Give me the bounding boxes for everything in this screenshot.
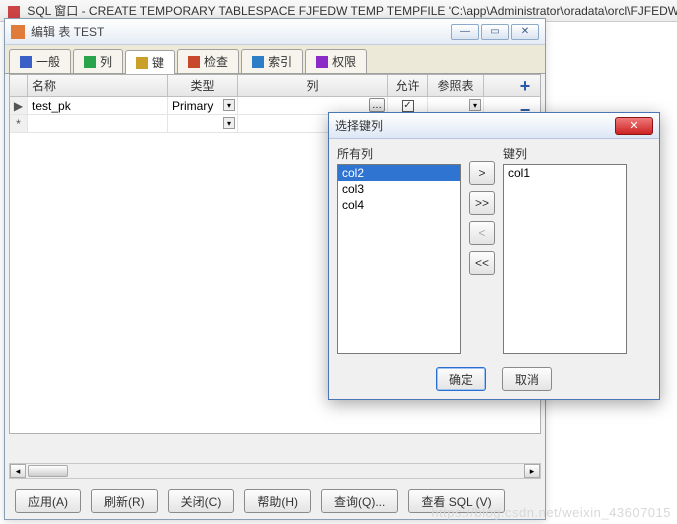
- cancel-button[interactable]: 取消: [502, 367, 552, 391]
- view-sql-button[interactable]: 查看 SQL (V): [408, 489, 504, 513]
- move-all-right-button[interactable]: >>: [469, 191, 495, 215]
- checks-icon: [188, 56, 200, 68]
- tab-keys[interactable]: 键: [125, 50, 175, 74]
- type-dropdown-icon[interactable]: ▾: [223, 99, 235, 111]
- cell-name[interactable]: [28, 115, 168, 132]
- grid-header-type[interactable]: 类型: [168, 75, 238, 96]
- tab-label: 索引: [268, 53, 292, 70]
- tab-general[interactable]: 一般: [9, 49, 71, 73]
- dialog-close-button[interactable]: ✕: [615, 117, 653, 135]
- allow-checkbox[interactable]: ✓: [402, 100, 414, 112]
- row-marker-new: *: [10, 115, 28, 132]
- footer-buttons: 应用(A) 刷新(R) 关闭(C) 帮助(H) 查询(Q)... 查看 SQL …: [15, 489, 505, 513]
- app-icon: [8, 6, 20, 18]
- tab-privs[interactable]: 权限: [305, 49, 367, 73]
- scroll-thumb[interactable]: [28, 465, 68, 477]
- close-button-footer[interactable]: 关闭(C): [168, 489, 235, 513]
- grid-header-cols[interactable]: 列: [238, 75, 388, 96]
- list-item[interactable]: col2: [338, 165, 460, 181]
- tab-label: 键: [152, 54, 164, 71]
- all-columns-listbox[interactable]: col2 col3 col4: [337, 164, 461, 354]
- tab-columns[interactable]: 列: [73, 49, 123, 73]
- ok-button[interactable]: 确定: [436, 367, 486, 391]
- window-icon: [11, 25, 25, 39]
- minimize-button[interactable]: —: [451, 24, 479, 40]
- horizontal-scrollbar[interactable]: ◂ ▸: [9, 463, 541, 479]
- tab-label: 权限: [332, 53, 356, 70]
- query-button[interactable]: 查询(Q)...: [321, 489, 398, 513]
- ref-dropdown-icon[interactable]: ▾: [469, 99, 481, 111]
- keys-icon: [136, 57, 148, 69]
- type-dropdown-icon[interactable]: ▾: [223, 117, 235, 129]
- add-row-button[interactable]: +: [516, 77, 534, 95]
- list-item[interactable]: col4: [338, 197, 460, 213]
- grid-header-allow[interactable]: 允许: [388, 75, 428, 96]
- maximize-button[interactable]: ▭: [481, 24, 509, 40]
- tab-label: 一般: [36, 53, 60, 70]
- move-left-button[interactable]: <: [469, 221, 495, 245]
- columns-icon: [84, 56, 96, 68]
- cell-type[interactable]: Primary ▾: [168, 97, 238, 114]
- tab-label: 检查: [204, 53, 228, 70]
- close-button[interactable]: ✕: [511, 24, 539, 40]
- grid-header-ref[interactable]: 参照表: [428, 75, 484, 96]
- grid-header: 名称 类型 列 允许 参照表: [10, 75, 540, 97]
- grid-header-name[interactable]: 名称: [28, 75, 168, 96]
- privs-icon: [316, 56, 328, 68]
- help-button[interactable]: 帮助(H): [244, 489, 311, 513]
- cols-ellipsis-button[interactable]: …: [369, 98, 385, 112]
- select-key-columns-dialog: 选择键列 ✕ 所有列 col2 col3 col4 > >> < << 键列 c…: [328, 112, 660, 400]
- row-marker: ▶: [10, 97, 28, 114]
- transfer-buttons: > >> < <<: [469, 145, 495, 355]
- scroll-right-button[interactable]: ▸: [524, 464, 540, 478]
- all-columns-label: 所有列: [337, 145, 461, 162]
- tab-label: 列: [100, 53, 112, 70]
- tab-checks[interactable]: 检查: [177, 49, 239, 73]
- dialog-title: 选择键列: [335, 117, 615, 134]
- scroll-left-button[interactable]: ◂: [10, 464, 26, 478]
- key-columns-listbox[interactable]: col1: [503, 164, 627, 354]
- titlebar: 编辑 表 TEST — ▭ ✕: [5, 19, 545, 45]
- indexes-icon: [252, 56, 264, 68]
- key-columns-label: 键列: [503, 145, 627, 162]
- list-item[interactable]: col3: [338, 181, 460, 197]
- move-right-button[interactable]: >: [469, 161, 495, 185]
- list-item[interactable]: col1: [504, 165, 626, 181]
- cell-name[interactable]: test_pk: [28, 97, 168, 114]
- apply-button[interactable]: 应用(A): [15, 489, 81, 513]
- window-title: 编辑 表 TEST: [31, 23, 451, 40]
- dialog-titlebar: 选择键列 ✕: [329, 113, 659, 139]
- tabs: 一般 列 键 检查 索引 权限: [5, 45, 545, 74]
- grid-header-rowmarker: [10, 75, 28, 96]
- cell-type-value: Primary: [172, 99, 213, 113]
- cell-type[interactable]: ▾: [168, 115, 238, 132]
- move-all-left-button[interactable]: <<: [469, 251, 495, 275]
- tab-indexes[interactable]: 索引: [241, 49, 303, 73]
- menubar-text: SQL 窗口 - CREATE TEMPORARY TABLESPACE FJF…: [27, 4, 677, 18]
- general-icon: [20, 56, 32, 68]
- refresh-button[interactable]: 刷新(R): [91, 489, 158, 513]
